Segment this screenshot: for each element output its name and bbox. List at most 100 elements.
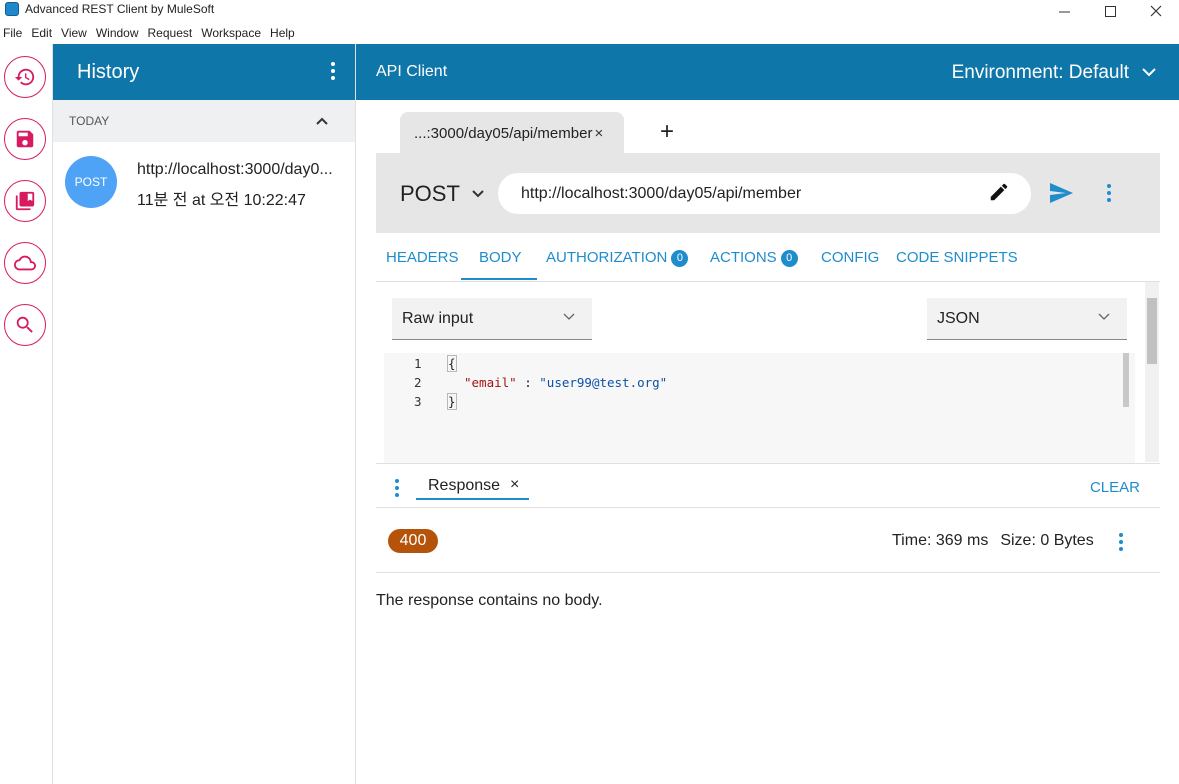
history-panel: History TODAY POST http://localhost:3000… xyxy=(53,44,356,784)
url-bar: POST xyxy=(376,153,1160,233)
tab-code-snippets[interactable]: CODE SNIPPETS xyxy=(896,249,1018,266)
library-icon xyxy=(15,191,35,211)
history-icon xyxy=(14,68,35,86)
response-size: Size: 0 Bytes xyxy=(1000,532,1094,549)
body-code-editor[interactable]: 1 2 3 { "email" : "user99@test.org" } xyxy=(384,353,1135,463)
menu-help[interactable]: Help xyxy=(267,24,301,42)
page-title: API Client xyxy=(376,63,448,80)
chevron-down-icon xyxy=(563,313,575,320)
request-tab-strip: ...:3000/day05/api/member × + xyxy=(376,100,1160,154)
tab-authorization-label: AUTHORIZATION xyxy=(546,249,668,266)
main-panel: API Client Environment: Default ...:3000… xyxy=(356,44,1179,784)
chevron-up-icon xyxy=(316,117,328,125)
close-tab-icon[interactable]: × xyxy=(594,125,603,142)
add-tab-button[interactable]: + xyxy=(660,118,674,146)
chevron-down-icon xyxy=(1098,313,1110,320)
app-logo-icon xyxy=(5,2,19,16)
minimize-icon xyxy=(1058,11,1070,12)
saved-nav-button[interactable] xyxy=(4,118,46,160)
history-item-url: http://localhost:3000/day0... xyxy=(137,161,333,178)
tab-headers[interactable]: HEADERS xyxy=(386,249,459,266)
editor-scrollbar[interactable] xyxy=(1123,353,1129,407)
status-badge: 400 xyxy=(388,529,438,553)
chevron-down-icon[interactable] xyxy=(470,185,486,201)
close-icon xyxy=(1150,5,1162,17)
request-editor-tabs: HEADERS BODY AUTHORIZATION 0 ACTIONS 0 CON… xyxy=(376,234,1160,282)
line-number: 2 xyxy=(414,375,422,390)
history-menu-icon[interactable] xyxy=(331,62,335,82)
tab-authorization[interactable]: AUTHORIZATION 0 xyxy=(546,249,689,267)
code-line-2: "email" : "user99@test.org" xyxy=(464,375,667,390)
response-tab[interactable]: Response xyxy=(428,477,500,495)
actions-count-badge: 0 xyxy=(780,250,798,267)
projects-nav-button[interactable] xyxy=(4,180,46,222)
search-nav-button[interactable] xyxy=(4,304,46,346)
body-editor-value: Raw input xyxy=(402,309,474,327)
close-window-button[interactable] xyxy=(1133,0,1179,22)
history-nav-button[interactable] xyxy=(4,56,46,98)
maximize-button[interactable] xyxy=(1087,0,1133,22)
maximize-icon xyxy=(1104,5,1116,17)
response-tab-indicator xyxy=(416,498,529,500)
window-title: Advanced REST Client by MuleSoft xyxy=(25,2,215,16)
clear-button[interactable]: CLEAR xyxy=(1090,479,1140,496)
chevron-down-icon[interactable] xyxy=(1141,64,1157,80)
history-item-time: 11분 전 at 오전 10:22:47 xyxy=(137,192,306,209)
menu-window[interactable]: Window xyxy=(93,24,145,42)
title-bar: Advanced REST Client by MuleSoft xyxy=(0,0,1179,22)
request-tab[interactable]: ...:3000/day05/api/member × xyxy=(400,112,624,154)
cloud-nav-button[interactable] xyxy=(4,242,46,284)
content-type-select[interactable]: JSON xyxy=(927,298,1127,340)
response-time: Time: 369 ms xyxy=(892,532,989,549)
response-details-menu-icon[interactable] xyxy=(1119,533,1123,553)
send-icon[interactable] xyxy=(1049,183,1073,203)
history-group-label: TODAY xyxy=(69,114,110,128)
main-header: API Client Environment: Default xyxy=(356,44,1179,100)
menu-file[interactable]: File xyxy=(0,24,28,42)
history-title: History xyxy=(77,60,140,83)
response-metrics: Time: 369 ms Size: 0 Bytes xyxy=(892,532,1106,550)
history-header: History xyxy=(53,44,355,100)
code-open-brace: { xyxy=(447,355,457,372)
authorization-count-badge: 0 xyxy=(671,250,689,267)
menu-bar: File Edit View Window Request Workspace … xyxy=(0,24,301,42)
response-tab-bar: Response × CLEAR xyxy=(376,463,1160,508)
json-value: "user99@test.org" xyxy=(539,375,668,390)
active-tab-indicator xyxy=(461,278,537,280)
tab-actions[interactable]: ACTIONS 0 xyxy=(710,249,798,267)
cloud-icon xyxy=(14,255,36,271)
menu-edit[interactable]: Edit xyxy=(28,24,58,42)
method-badge: POST xyxy=(65,156,117,208)
line-number: 1 xyxy=(414,356,422,371)
request-tab-label: ...:3000/day05/api/member xyxy=(414,124,593,142)
method-selector[interactable]: POST xyxy=(400,181,460,207)
edit-icon[interactable] xyxy=(988,181,1010,203)
scrollbar-thumb[interactable] xyxy=(1147,298,1157,364)
nav-rail xyxy=(0,44,53,784)
request-menu-icon[interactable] xyxy=(1107,184,1111,204)
code-close-brace: } xyxy=(447,393,457,410)
menu-workspace[interactable]: Workspace xyxy=(198,24,267,42)
history-list-item[interactable]: POST http://localhost:3000/day0... 11분 전… xyxy=(53,142,355,212)
tab-body[interactable]: BODY xyxy=(479,249,522,266)
response-menu-icon[interactable] xyxy=(395,479,399,499)
save-icon xyxy=(16,130,34,148)
tab-config[interactable]: CONFIG xyxy=(821,249,879,266)
body-editor-select[interactable]: Raw input xyxy=(392,298,592,340)
environment-selector[interactable]: Environment: Default xyxy=(952,62,1129,84)
search-icon xyxy=(16,316,33,333)
json-separator: : xyxy=(516,375,540,390)
minimize-button[interactable] xyxy=(1041,0,1087,22)
json-key: "email" xyxy=(464,375,517,390)
tab-actions-label: ACTIONS xyxy=(710,249,777,266)
menu-request[interactable]: Request xyxy=(145,24,199,42)
empty-response-message: The response contains no body. xyxy=(376,592,603,609)
line-number: 3 xyxy=(414,394,422,409)
history-group-header[interactable]: TODAY xyxy=(53,100,355,142)
url-input[interactable] xyxy=(498,173,1031,214)
body-scrollbar[interactable] xyxy=(1145,282,1159,462)
menu-view[interactable]: View xyxy=(58,24,93,42)
content-type-value: JSON xyxy=(937,309,980,327)
close-response-icon[interactable]: × xyxy=(510,476,519,494)
divider xyxy=(376,572,1160,573)
